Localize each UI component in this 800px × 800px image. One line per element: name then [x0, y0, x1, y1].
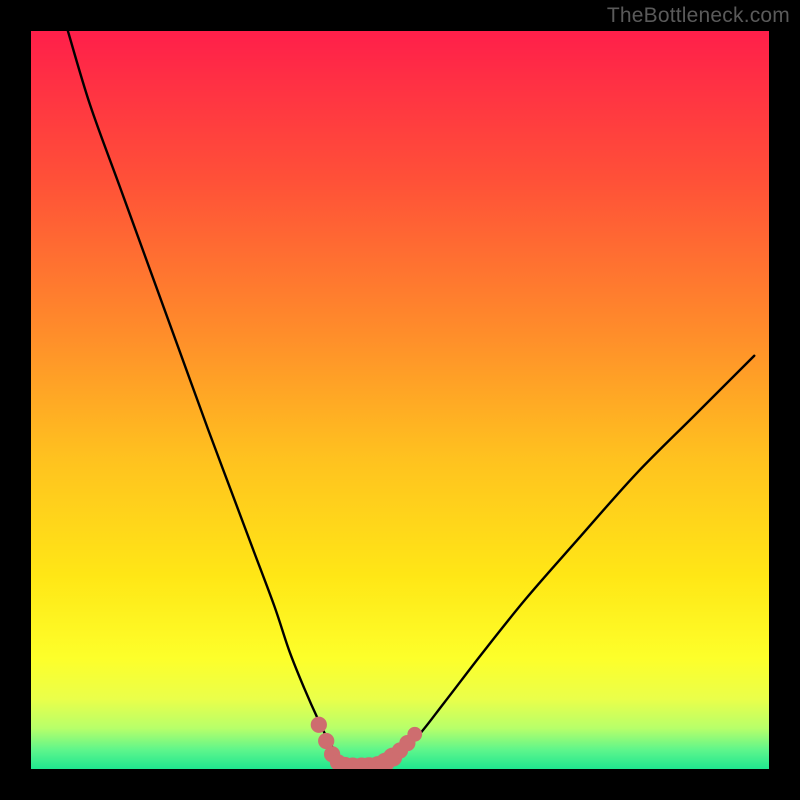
gradient-background: [31, 31, 769, 769]
trough-marker: [407, 727, 422, 742]
chart-stage: TheBottleneck.com: [0, 0, 800, 800]
bottleneck-plot-svg: [31, 31, 769, 769]
plot-frame: [31, 31, 769, 769]
watermark-text: TheBottleneck.com: [607, 4, 790, 28]
trough-marker: [311, 717, 327, 733]
